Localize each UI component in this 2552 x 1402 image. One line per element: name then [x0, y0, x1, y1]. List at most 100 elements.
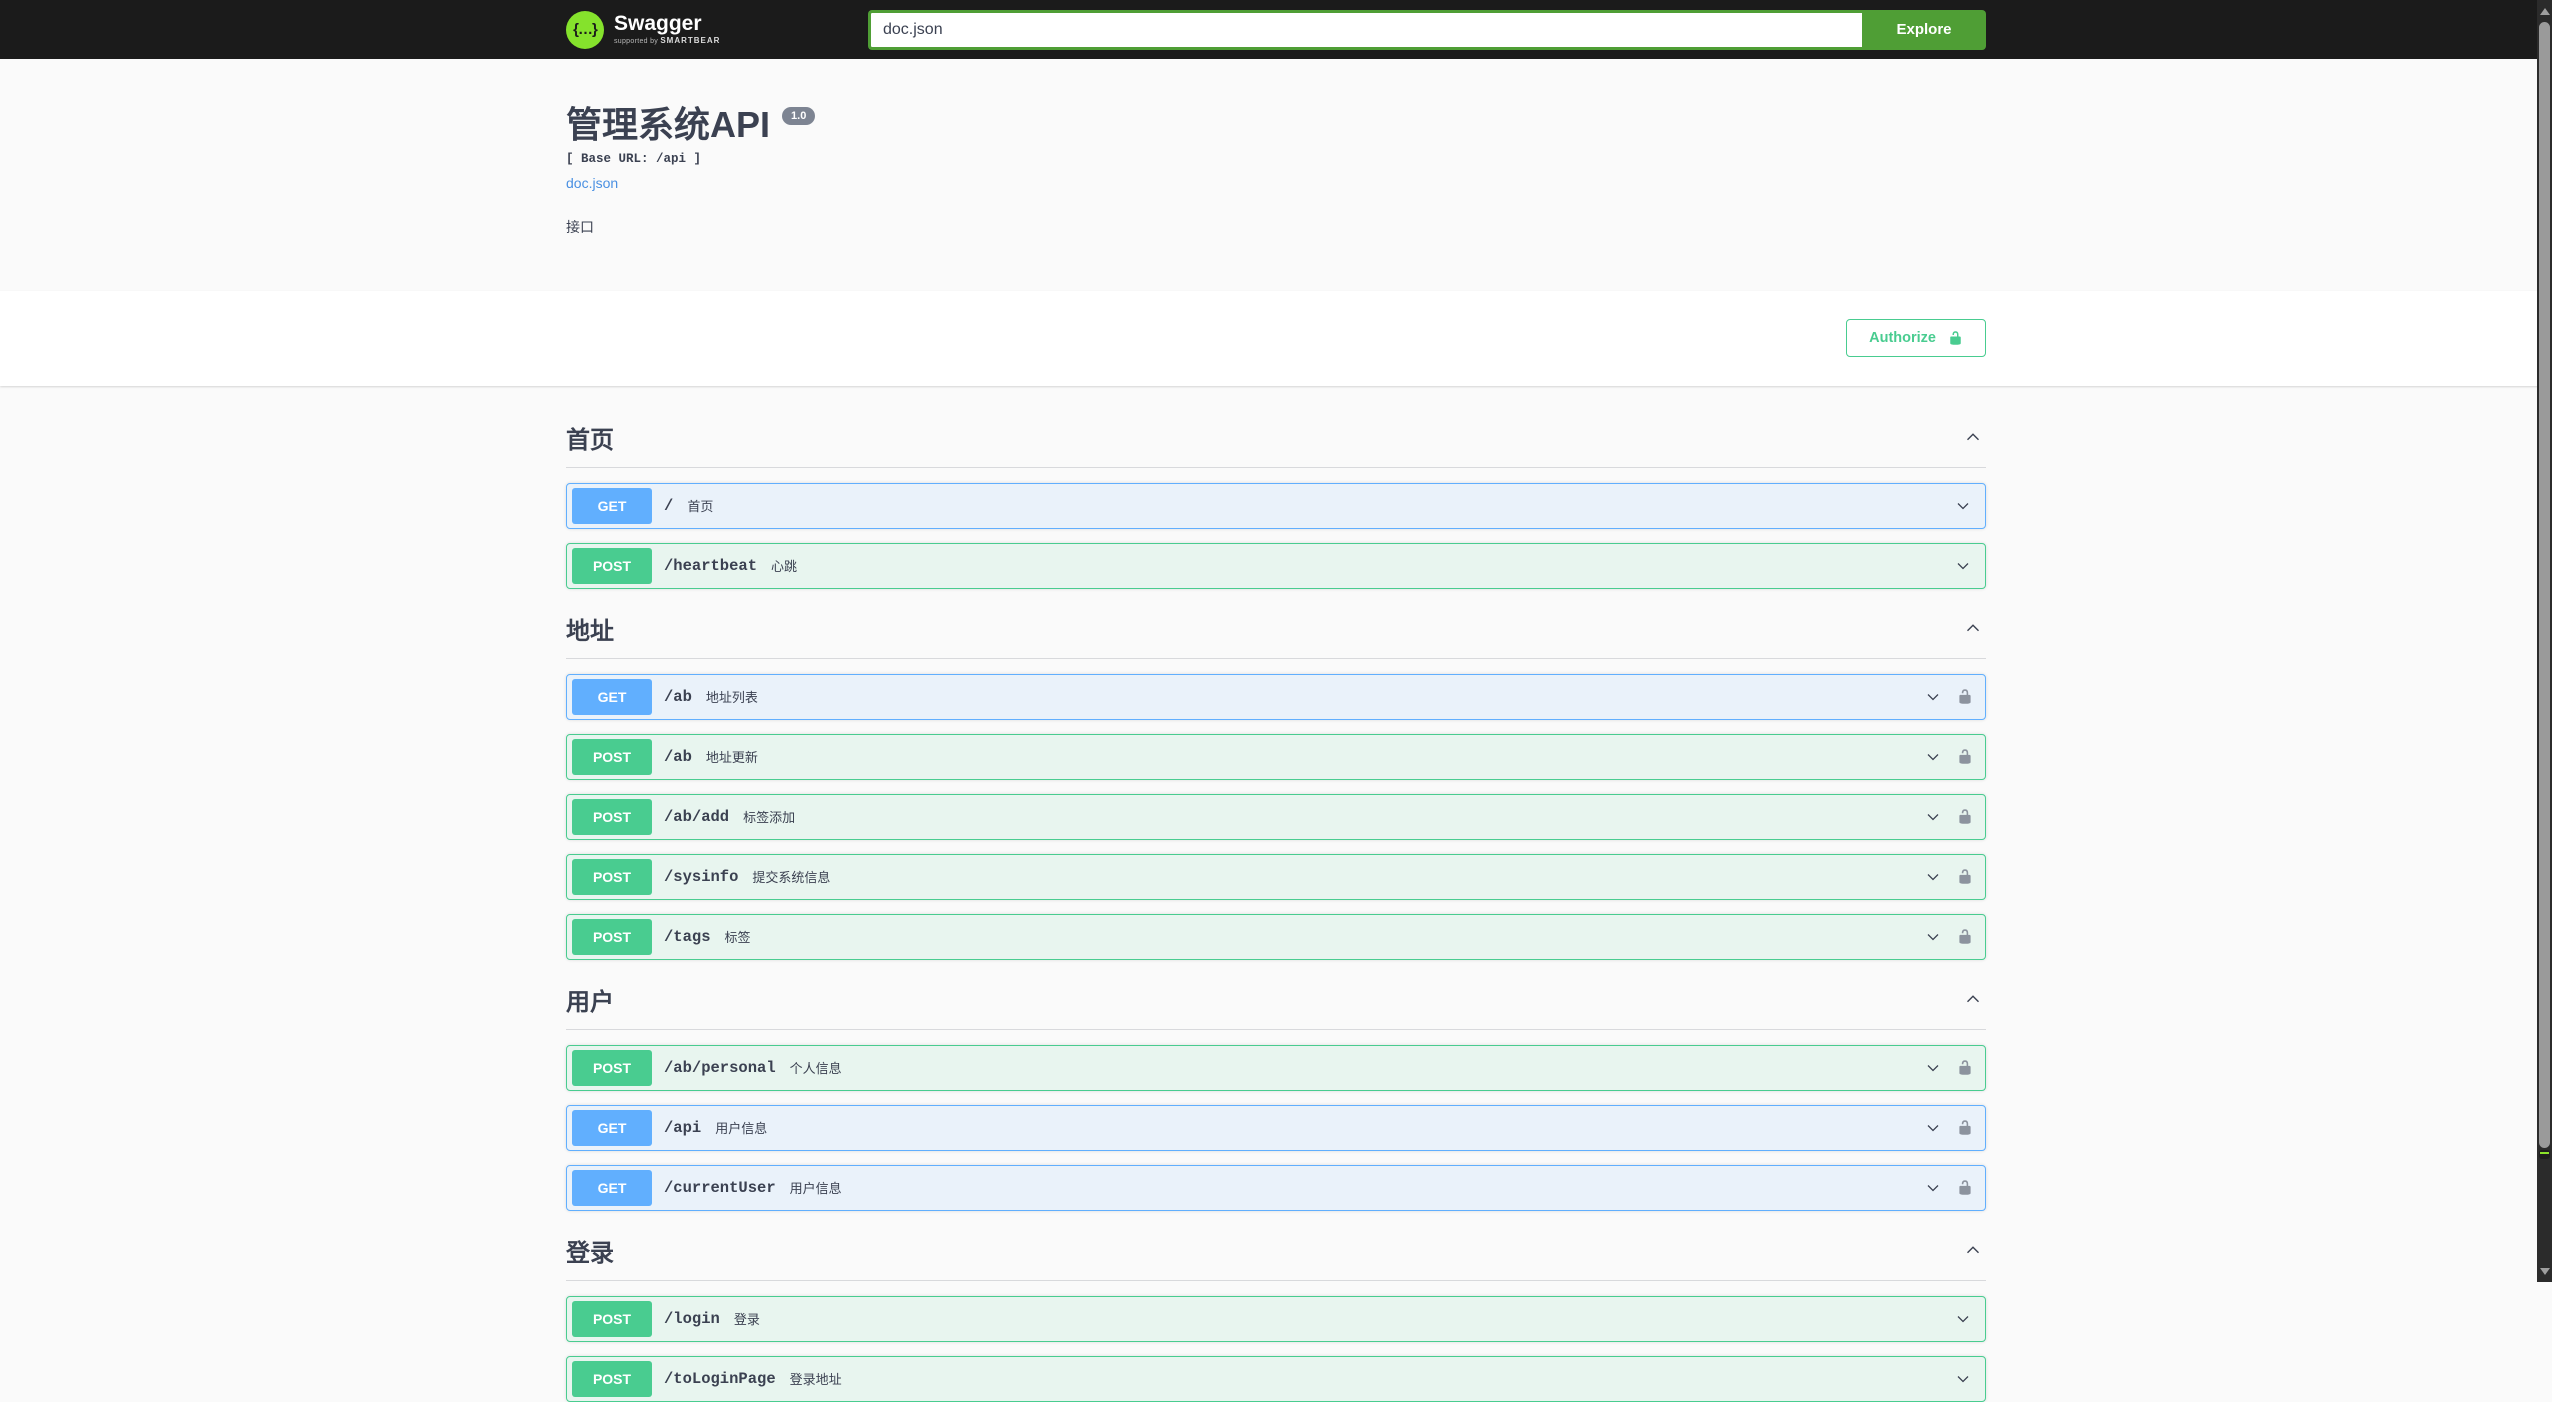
method-badge: GET	[572, 1109, 652, 1146]
operation-controls	[1923, 1178, 1973, 1198]
operation-controls	[1953, 1309, 1973, 1329]
method-badge: POST	[572, 1360, 652, 1397]
operation-path: /api	[664, 1118, 702, 1137]
swagger-logo-text: Swagger	[614, 12, 702, 36]
chevron-down-icon[interactable]	[1953, 1309, 1973, 1329]
lock-icon[interactable]	[1957, 868, 1973, 885]
tag-section: 首页 GET / 首页 POST /heartbeat 心跳	[566, 412, 1986, 589]
operation-row[interactable]: POST /toLoginPage 登录地址	[566, 1355, 1986, 1402]
operation-path: /	[664, 496, 674, 515]
operation-summary: 用户信息	[789, 1181, 842, 1197]
operation-row[interactable]: POST /ab/personal 个人信息	[566, 1044, 1986, 1091]
scrollbar-up-arrow-icon[interactable]	[2539, 8, 2550, 15]
chevron-down-icon[interactable]	[1923, 1058, 1943, 1078]
lock-icon[interactable]	[1957, 748, 1973, 765]
chevron-down-icon[interactable]	[1923, 1178, 1943, 1198]
operation-path: /tags	[664, 927, 711, 946]
operation-row[interactable]: GET /ab 地址列表	[566, 673, 1986, 720]
chevron-down-icon[interactable]	[1923, 807, 1943, 827]
explore-button[interactable]: Explore	[1862, 9, 1986, 50]
operation-summary: 标签添加	[743, 810, 796, 826]
tag-header[interactable]: 地址	[566, 603, 1986, 659]
chevron-up-icon[interactable]	[1962, 617, 1984, 639]
method-badge: POST	[572, 1300, 652, 1337]
method-badge: POST	[572, 547, 652, 584]
operation-path: /ab/add	[664, 807, 730, 826]
operation-controls	[1923, 867, 1973, 887]
operation-summary: 用户信息	[715, 1121, 768, 1137]
lock-icon[interactable]	[1957, 808, 1973, 825]
method-badge: POST	[572, 738, 652, 775]
authorize-label: Authorize	[1869, 330, 1936, 347]
base-url: [ Base URL: /api ]	[566, 151, 702, 166]
tag-title: 首页	[566, 426, 614, 454]
scrollbar-thumb[interactable]	[2539, 22, 2550, 1148]
operation-summary: 登录	[733, 1312, 760, 1328]
api-description: 接口	[566, 218, 594, 235]
operation-summary: 标签	[724, 930, 751, 946]
operation-row[interactable]: POST /login 登录	[566, 1295, 1986, 1342]
lock-icon[interactable]	[1957, 1059, 1973, 1076]
method-badge: GET	[572, 1169, 652, 1206]
lock-icon[interactable]	[1957, 928, 1973, 945]
authorize-button[interactable]: Authorize	[1846, 319, 1986, 358]
operation-row[interactable]: POST /ab 地址更新	[566, 733, 1986, 780]
operation-row[interactable]: POST /ab/add 标签添加	[566, 793, 1986, 840]
operation-row[interactable]: POST /heartbeat 心跳	[566, 542, 1986, 589]
lock-icon[interactable]	[1957, 1179, 1973, 1196]
tag-title: 地址	[566, 617, 614, 645]
operation-controls	[1923, 747, 1973, 767]
lock-icon[interactable]	[1957, 688, 1973, 705]
operation-row[interactable]: POST /tags 标签	[566, 913, 1986, 960]
operation-row[interactable]: GET /currentUser 用户信息	[566, 1164, 1986, 1211]
scheme-container: Authorize	[0, 290, 2552, 386]
operation-path: /login	[664, 1309, 720, 1328]
chevron-up-icon[interactable]	[1962, 988, 1984, 1010]
operation-controls	[1923, 807, 1973, 827]
operation-row[interactable]: GET /api 用户信息	[566, 1104, 1986, 1151]
chevron-down-icon[interactable]	[1923, 747, 1943, 767]
info-section: 管理系统API 1.0 [ Base URL: /api ] doc.json …	[0, 59, 2552, 291]
operation-controls	[1923, 927, 1973, 947]
tag-header[interactable]: 首页	[566, 412, 1986, 468]
operation-summary: 地址更新	[705, 750, 758, 766]
operation-row[interactable]: POST /sysinfo 提交系统信息	[566, 853, 1986, 900]
spec-url-input[interactable]	[868, 9, 1862, 50]
spec-link[interactable]: doc.json	[566, 175, 618, 191]
operation-row[interactable]: GET / 首页	[566, 482, 1986, 529]
scrollbar-down-arrow-icon[interactable]	[2539, 1268, 2550, 1275]
method-badge: POST	[572, 918, 652, 955]
tag-section: 登录 POST /login 登录 POST /toLoginPage 登录地址	[566, 1225, 1986, 1402]
method-badge: POST	[572, 858, 652, 895]
method-badge: GET	[572, 678, 652, 715]
operation-summary: 心跳	[771, 559, 798, 575]
tag-header[interactable]: 登录	[566, 1225, 1986, 1281]
chevron-down-icon[interactable]	[1953, 496, 1973, 516]
operations-list: 首页 GET / 首页 POST /heartbeat 心跳 地址 GET /a…	[546, 386, 2006, 1402]
operation-controls	[1953, 1369, 1973, 1389]
tag-section: 地址 GET /ab 地址列表 POST /ab 地址更新 POST /ab/a…	[566, 603, 1986, 960]
lock-icon[interactable]	[1957, 1119, 1973, 1136]
chevron-down-icon[interactable]	[1923, 927, 1943, 947]
operation-summary: 登录地址	[789, 1372, 842, 1388]
chevron-down-icon[interactable]	[1953, 556, 1973, 576]
chevron-up-icon[interactable]	[1962, 1239, 1984, 1261]
method-badge: POST	[572, 798, 652, 835]
operation-controls	[1953, 496, 1973, 516]
method-badge: GET	[572, 487, 652, 524]
swagger-logo[interactable]: {…} Swagger supported by SMARTBEAR	[566, 10, 720, 49]
chevron-up-icon[interactable]	[1962, 426, 1984, 448]
tag-operations: POST /login 登录 POST /toLoginPage 登录地址	[566, 1295, 1986, 1402]
operation-path: /ab	[664, 687, 692, 706]
chevron-down-icon[interactable]	[1923, 687, 1943, 707]
chevron-down-icon[interactable]	[1953, 1369, 1973, 1389]
chevron-down-icon[interactable]	[1923, 867, 1943, 887]
page-scrollbar[interactable]	[2537, 0, 2552, 1282]
topbar: {…} Swagger supported by SMARTBEAR Explo…	[0, 0, 2552, 59]
api-title-text: 管理系统API	[566, 104, 771, 145]
chevron-down-icon[interactable]	[1923, 1118, 1943, 1138]
tag-operations: GET / 首页 POST /heartbeat 心跳	[566, 482, 1986, 589]
operation-path: /toLoginPage	[664, 1369, 776, 1388]
tag-title: 登录	[566, 1239, 614, 1267]
tag-header[interactable]: 用户	[566, 974, 1986, 1030]
